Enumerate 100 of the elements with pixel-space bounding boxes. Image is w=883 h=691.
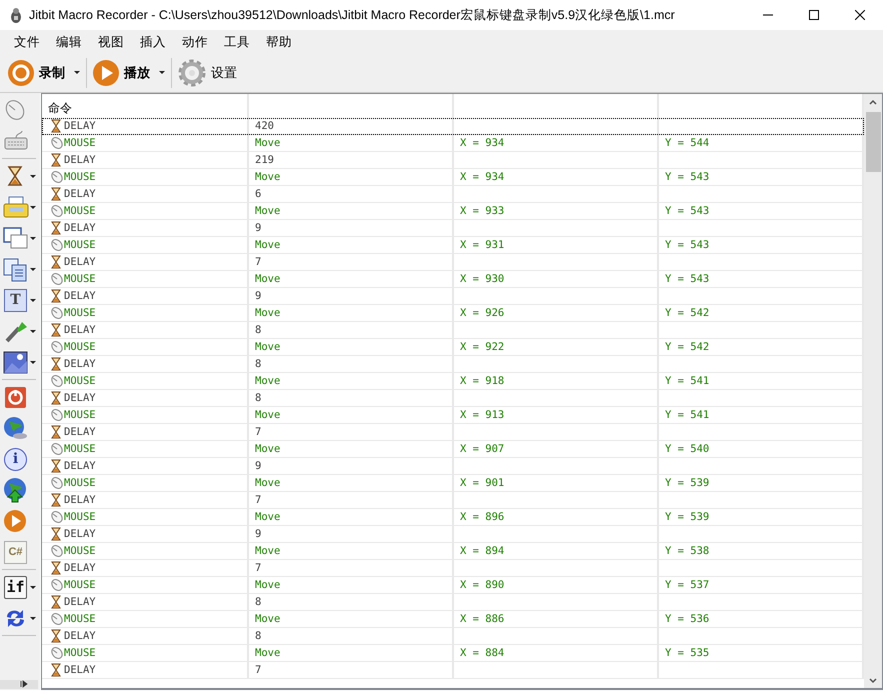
- caret-icon: [30, 206, 36, 210]
- hourglass-icon: [50, 289, 63, 303]
- maximize-icon: [809, 10, 819, 20]
- table-cell: 8: [249, 356, 454, 372]
- mouse-icon: [50, 204, 63, 218]
- hourglass-icon: [50, 221, 63, 235]
- command-text: DELAY: [64, 595, 96, 610]
- command-text: DELAY: [64, 323, 96, 338]
- table-cell: Move: [249, 645, 454, 661]
- caret-icon: [30, 174, 36, 178]
- table-cell: Move: [249, 441, 454, 457]
- table-cell: 8: [249, 628, 454, 644]
- command-text: MOUSE: [64, 442, 96, 457]
- mouse-icon: [50, 476, 63, 490]
- power-icon: [2, 384, 29, 411]
- window-title: Jitbit Macro Recorder - C:\Users\zhou39512\Downloads\Jitbit Macro Recorder宏鼠标键盘录制v5.9汉化绿色版\1.mcr: [29, 6, 676, 24]
- command-text: DELAY: [64, 221, 96, 236]
- text-tool-button[interactable]: T: [0, 285, 36, 316]
- mouse-icon: [50, 408, 63, 422]
- command-text: DELAY: [64, 527, 96, 542]
- mouse-icon: [50, 646, 63, 660]
- table-cell: X = 907: [454, 441, 659, 457]
- table-cell: Move: [249, 203, 454, 219]
- menu-item[interactable]: 动作: [174, 30, 216, 54]
- table-cell: Move: [249, 543, 454, 559]
- mouse-icon: [50, 272, 63, 286]
- command-text: MOUSE: [64, 544, 96, 559]
- caret-icon: [30, 236, 36, 240]
- table-cell: Move: [249, 339, 454, 355]
- table-cell: X = 918: [454, 373, 659, 389]
- table-cell: X = 934: [454, 169, 659, 185]
- mouse-icon: [50, 238, 63, 252]
- if-tool-button[interactable]: if: [0, 572, 36, 603]
- table-cell: X = 894: [454, 543, 659, 559]
- table-cell: Move: [249, 169, 454, 185]
- menu-item[interactable]: 插入: [132, 30, 174, 54]
- caret-icon: [30, 268, 36, 272]
- menu-item[interactable]: 文件: [6, 30, 48, 54]
- command-text: DELAY: [64, 663, 96, 678]
- caret-icon: [30, 586, 36, 590]
- table-cell: 7: [249, 560, 454, 576]
- table-cell: X = 886: [454, 611, 659, 627]
- command-text: MOUSE: [64, 170, 96, 185]
- play-button[interactable]: 播放: [88, 57, 170, 89]
- settings-button[interactable]: 设置: [173, 56, 241, 90]
- globe-upload-icon: [2, 477, 29, 504]
- mouse-icon: [50, 136, 63, 150]
- table-cell: Move: [249, 373, 454, 389]
- command-text: MOUSE: [64, 272, 96, 287]
- command-text: MOUSE: [64, 646, 96, 661]
- command-text: DELAY: [64, 255, 96, 270]
- app-icon: [9, 7, 23, 23]
- menu-item[interactable]: 视图: [90, 30, 132, 54]
- table-cell: Move: [249, 237, 454, 253]
- menu-item[interactable]: 编辑: [48, 30, 90, 54]
- gear-icon: [177, 58, 207, 88]
- command-text: DELAY: [64, 119, 96, 134]
- menu-item[interactable]: 工具: [216, 30, 258, 54]
- menu-item[interactable]: 帮助: [258, 30, 300, 54]
- hourglass-icon: [50, 357, 63, 371]
- command-text: DELAY: [64, 561, 96, 576]
- table-cell: Move: [249, 475, 454, 491]
- hourglass-icon: [50, 323, 63, 337]
- hourglass-icon: [50, 561, 63, 575]
- command-text: DELAY: [64, 357, 96, 372]
- table-cell: 8: [249, 390, 454, 406]
- mouse-icon: [50, 340, 63, 354]
- column-header[interactable]: 命令: [42, 94, 249, 118]
- code-tool-button[interactable]: C#: [0, 537, 29, 568]
- table-cell: X = 931: [454, 237, 659, 253]
- record-button[interactable]: 录制: [3, 57, 85, 89]
- caret-icon: [30, 330, 36, 334]
- table-cell: X = 933: [454, 203, 659, 219]
- mouse-icon: [50, 544, 63, 558]
- code-label: C#: [4, 541, 27, 564]
- hourglass-icon: [50, 595, 63, 609]
- table-cell: X = 896: [454, 509, 659, 525]
- info-tool-button[interactable]: i: [0, 444, 29, 475]
- scrollbar-thumb[interactable]: [866, 112, 880, 172]
- command-text: MOUSE: [64, 510, 96, 525]
- hourglass-icon: [50, 255, 63, 269]
- hourglass-icon: [50, 425, 63, 439]
- play-icon: [2, 508, 29, 535]
- hourglass-icon: [50, 493, 63, 507]
- focus-outline[interactable]: DELAY 420: [42, 118, 864, 135]
- table-cell: 219: [249, 152, 454, 168]
- command-text: MOUSE: [64, 204, 96, 219]
- table-cell: X = 930: [454, 271, 659, 287]
- record-icon: [7, 59, 35, 87]
- command-text: DELAY: [64, 459, 96, 474]
- hourglass-icon: [50, 391, 63, 405]
- table-cell: X = 913: [454, 407, 659, 423]
- mouse-icon: [50, 442, 63, 456]
- hourglass-icon: [50, 459, 63, 473]
- table-cell: 7: [249, 254, 454, 270]
- command-text: MOUSE: [64, 578, 96, 593]
- caret-icon: [30, 616, 36, 620]
- image-icon: [2, 349, 29, 376]
- table-cell: 9: [249, 288, 454, 304]
- expand-icon[interactable]: [0, 680, 38, 689]
